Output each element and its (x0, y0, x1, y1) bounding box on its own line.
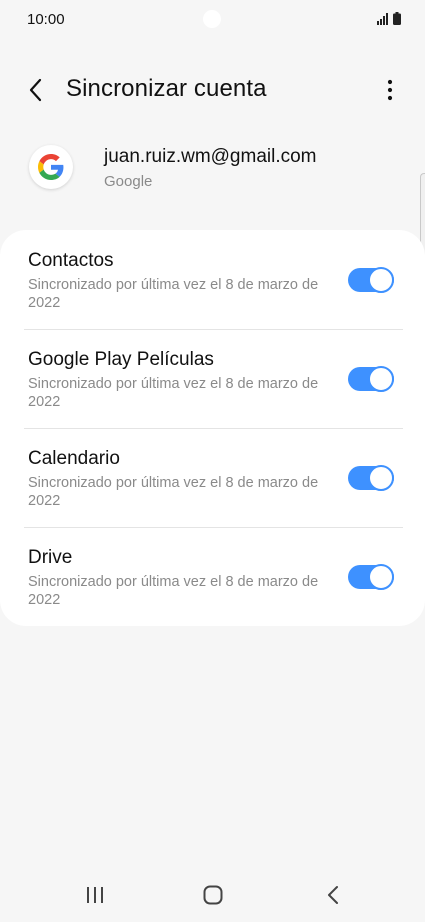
recents-icon[interactable] (85, 885, 105, 905)
more-vertical-icon[interactable] (381, 76, 399, 104)
sync-item-subtitle: Sincronizado por última vez el 8 de marz… (28, 574, 319, 608)
sync-item-title: Drive (28, 547, 73, 568)
sync-item-title: Contactos (28, 250, 114, 271)
account-info: juan.ruiz.wm@gmail.com Google (0, 140, 425, 200)
home-icon[interactable] (203, 885, 223, 905)
sync-items-card: Contactos Sincronizado por última vez el… (0, 230, 425, 626)
page-title: Sincronizar cuenta (66, 75, 267, 102)
sync-item-subtitle: Sincronizado por última vez el 8 de marz… (28, 475, 319, 509)
sync-item-calendario[interactable]: Calendario Sincronizado por última vez e… (0, 428, 425, 527)
toggle-knob (368, 564, 394, 590)
sync-toggle-switch[interactable] (348, 465, 394, 491)
sync-item-google-play-peliculas[interactable]: Google Play Películas Sincronizado por ú… (0, 329, 425, 428)
account-type: Google (104, 173, 153, 190)
sync-item-contactos[interactable]: Contactos Sincronizado por última vez el… (0, 230, 425, 329)
toggle-knob (368, 465, 394, 491)
sync-toggle-switch[interactable] (348, 564, 394, 590)
sync-toggle-switch[interactable] (348, 366, 394, 392)
toggle-knob (368, 267, 394, 293)
screen: 10:00 Sincronizar cuenta juan.ruiz.wm@gm… (0, 0, 425, 922)
signal-icon (377, 13, 388, 25)
sync-item-title: Calendario (28, 448, 120, 469)
account-avatar (29, 145, 73, 189)
app-header: Sincronizar cuenta (0, 62, 425, 118)
camera-cutout (203, 10, 221, 28)
sync-item-title: Google Play Películas (28, 349, 214, 370)
status-time: 10:00 (27, 11, 65, 28)
status-bar: 10:00 (0, 0, 425, 40)
sync-item-subtitle: Sincronizado por última vez el 8 de marz… (28, 376, 319, 410)
google-logo-icon (38, 154, 64, 180)
sync-item-subtitle: Sincronizado por última vez el 8 de marz… (28, 277, 319, 311)
status-icons (377, 12, 401, 25)
navigation-bar (0, 866, 425, 922)
sync-item-drive[interactable]: Drive Sincronizado por última vez el 8 d… (0, 527, 425, 626)
toggle-knob (368, 366, 394, 392)
battery-icon (393, 12, 401, 25)
back-arrow-icon[interactable] (26, 76, 48, 104)
account-email: juan.ruiz.wm@gmail.com (104, 146, 317, 167)
sync-toggle-switch[interactable] (348, 267, 394, 293)
back-icon[interactable] (325, 884, 341, 906)
